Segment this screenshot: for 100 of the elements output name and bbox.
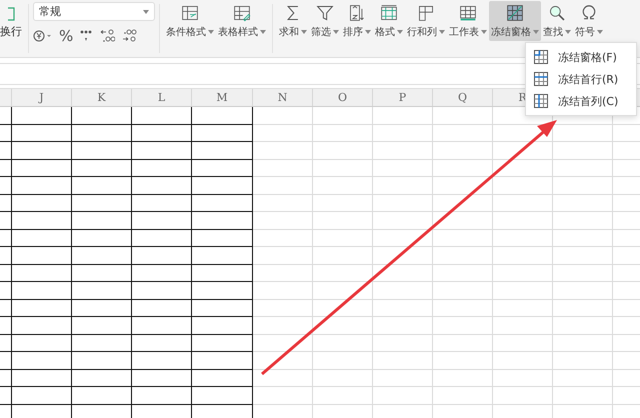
table-cell [433, 334, 493, 352]
table-cell [313, 142, 373, 160]
toolbar-button[interactable]: 符号 [573, 1, 605, 41]
menu-item[interactable]: 冻结首列(C) [526, 90, 636, 112]
table-cell [553, 212, 613, 230]
table-cell [433, 387, 493, 404]
toolbar-button[interactable]: 格式 [373, 1, 405, 41]
table-cell [132, 334, 192, 352]
table-cell [192, 300, 253, 317]
table-cell [12, 317, 72, 334]
table-cell [313, 212, 373, 230]
table-cell [12, 247, 72, 264]
table-cell [493, 370, 553, 387]
wrap-text-label[interactable]: 换行 [0, 24, 24, 39]
toolbar-button[interactable]: 条件格式 [164, 1, 216, 41]
table-cell [132, 370, 192, 387]
table-cell [553, 352, 613, 370]
table-cell [493, 160, 553, 177]
thousands-separator-icon[interactable] [79, 29, 94, 43]
table-cell [12, 334, 72, 352]
table-cell [553, 230, 613, 247]
table-cell [132, 317, 192, 334]
table-cell [253, 264, 313, 282]
table-cell [373, 264, 433, 282]
table-cell [553, 142, 613, 160]
table-cell [373, 300, 433, 317]
table-cell [433, 177, 493, 194]
column-header[interactable]: J [39, 91, 44, 104]
toolbar-button[interactable]: 查找 [541, 1, 573, 41]
column-header[interactable]: O [338, 91, 348, 104]
column-header[interactable]: K [97, 91, 106, 104]
table-cell [0, 212, 12, 230]
table-cell [553, 282, 613, 300]
currency-icon[interactable] [33, 30, 53, 42]
table-cell [373, 124, 433, 142]
toolbar-button[interactable]: 表格样式 [216, 1, 268, 41]
text-wrap-icon[interactable] [8, 6, 16, 22]
table-cell [433, 352, 493, 370]
table-cell [433, 230, 493, 247]
column-header[interactable]: L [158, 91, 166, 104]
table-cell [72, 387, 132, 404]
table-cell [253, 370, 313, 387]
table-cell [12, 212, 72, 230]
table-cell [72, 124, 132, 142]
table-cell [253, 194, 313, 212]
number-format-dropdown[interactable]: 常规 [33, 2, 155, 21]
table-cell [313, 247, 373, 264]
table-cell [373, 247, 433, 264]
table-cell [313, 387, 373, 404]
table-cell [313, 370, 373, 387]
table-cell [433, 194, 493, 212]
table-cell [0, 264, 12, 282]
table-cell [132, 124, 192, 142]
table-cell [72, 160, 132, 177]
table-pen-icon [231, 4, 253, 22]
table-cell [313, 230, 373, 247]
menu-item[interactable]: 冻结窗格(F) [526, 46, 636, 68]
table-cell [72, 352, 132, 370]
table-cell [553, 264, 613, 282]
table-cell [253, 352, 313, 370]
table-cell [433, 212, 493, 230]
table-cell [12, 370, 72, 387]
table-cell [0, 334, 12, 352]
increase-decimal-icon[interactable] [99, 29, 116, 43]
column-header[interactable]: Q [458, 91, 468, 104]
table-cell [253, 300, 313, 317]
toolbar-button[interactable]: 工作表 [447, 1, 489, 41]
table-cell [192, 177, 253, 194]
table-cell [132, 352, 192, 370]
percent-button[interactable]: % [59, 27, 74, 45]
table-cell [72, 282, 132, 300]
table-cell [313, 317, 373, 334]
table-cell [253, 387, 313, 404]
toolbar-button[interactable]: 冻结窗格 [489, 1, 541, 41]
toolbar-button[interactable]: 求和 [277, 1, 309, 41]
table-cell [132, 247, 192, 264]
table-cell [313, 282, 373, 300]
toolbar-button[interactable]: 排序 [341, 1, 373, 41]
caret-icon [597, 30, 603, 34]
table-cell [373, 352, 433, 370]
table-cell [433, 300, 493, 317]
toolbar-button[interactable]: 筛选 [309, 1, 341, 41]
menu-item[interactable]: 冻结首行(R) [526, 68, 636, 90]
table-cell [433, 282, 493, 300]
table-cell [72, 194, 132, 212]
column-header[interactable]: P [398, 91, 406, 104]
table-cell [72, 177, 132, 194]
column-header[interactable]: N [278, 91, 288, 104]
table-cell [253, 142, 313, 160]
toolbar-button[interactable]: 行和列 [405, 1, 447, 41]
table-cell [373, 370, 433, 387]
table-cell [0, 230, 12, 247]
table-cell [313, 300, 373, 317]
caret-icon [143, 10, 149, 14]
table-cell [132, 160, 192, 177]
column-header[interactable]: M [216, 91, 228, 104]
table-cell [12, 230, 72, 247]
decrease-decimal-icon[interactable] [121, 29, 138, 43]
table-cell [433, 247, 493, 264]
table-cell [192, 317, 253, 334]
